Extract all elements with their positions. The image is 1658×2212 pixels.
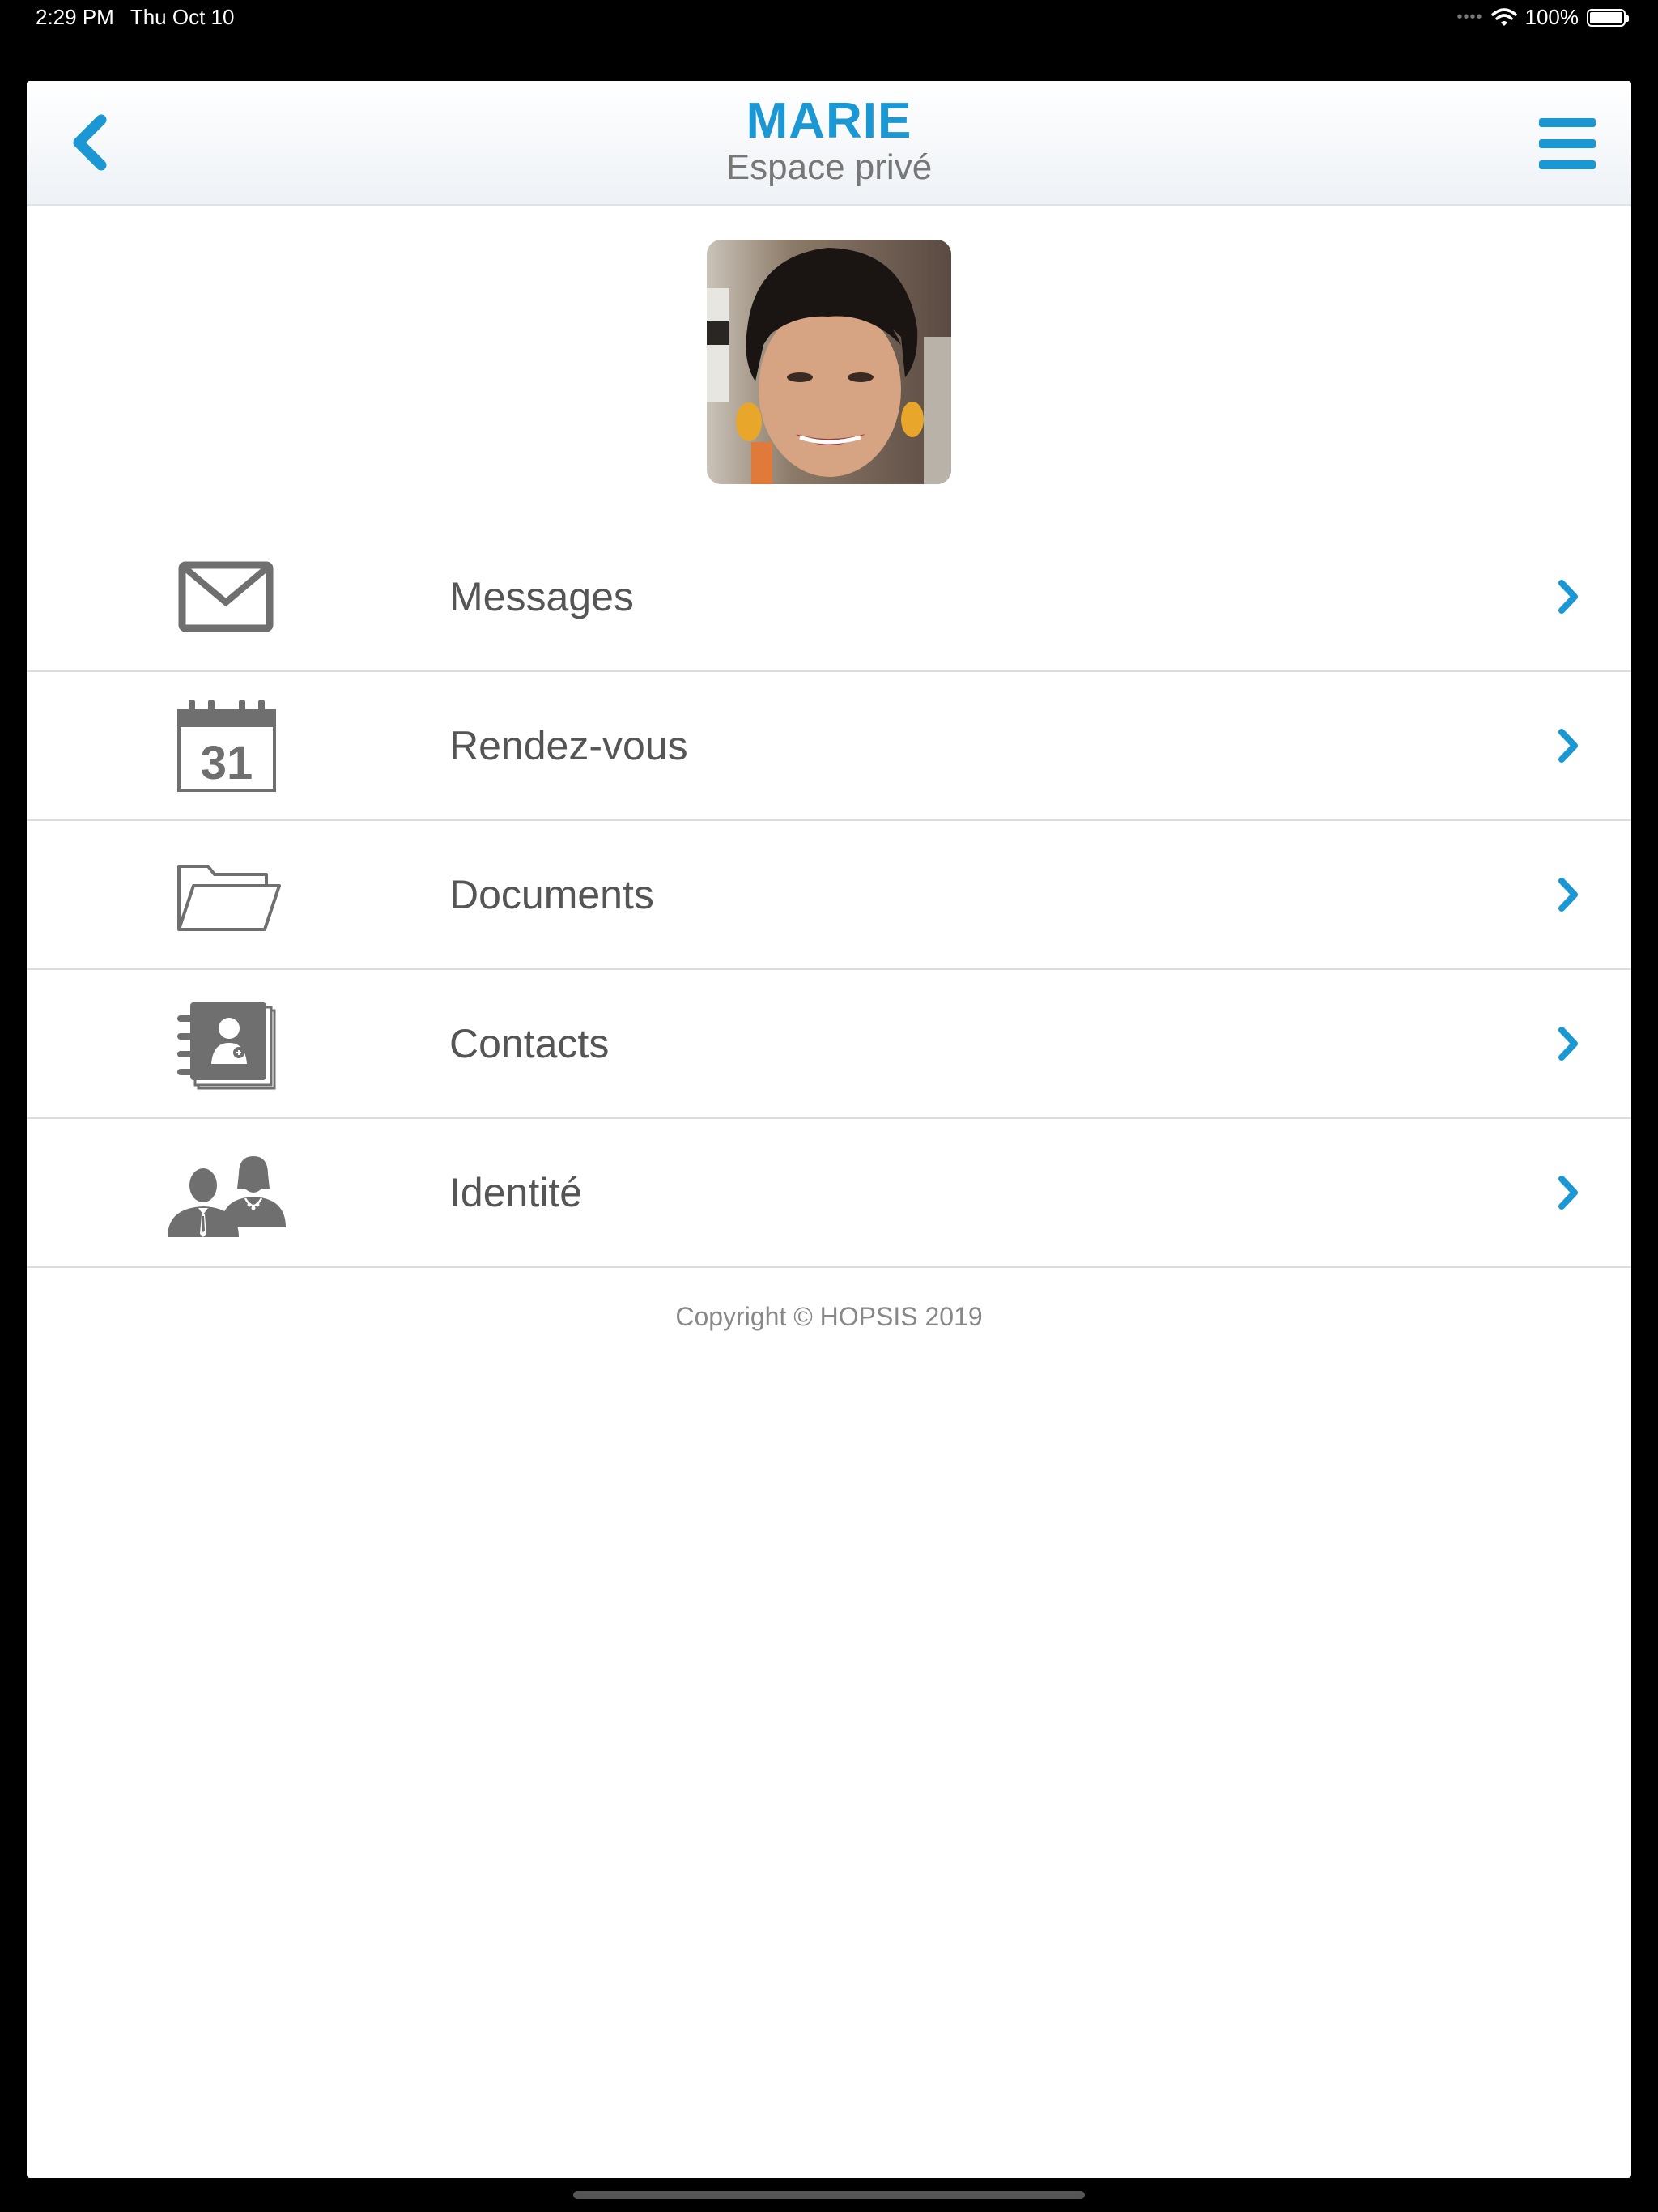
folder-icon: [161, 849, 291, 941]
menu-item-label: Documents: [449, 872, 654, 917]
address-book-icon: [161, 998, 291, 1090]
battery-icon: [1587, 8, 1629, 27]
menu-list: Messages 31 Rendez-vous Documents Contac…: [27, 523, 1631, 1268]
menu-item-documents[interactable]: Documents: [27, 821, 1631, 970]
navigation-bar: MARIE Espace privé: [27, 81, 1631, 206]
wifi-icon: [1490, 7, 1517, 26]
chevron-right-icon: [1552, 576, 1584, 617]
menu-item-contacts[interactable]: Contacts: [27, 970, 1631, 1119]
menu-item-identite[interactable]: Identité: [27, 1119, 1631, 1268]
page-subtitle: Espace privé: [725, 147, 933, 187]
chevron-right-icon: [1552, 1023, 1584, 1064]
app-window: MARIE Espace privé Messages 31 Rendez-vo…: [27, 81, 1631, 2178]
calendar-day-text: 31: [201, 737, 253, 789]
menu-item-messages[interactable]: Messages: [27, 523, 1631, 672]
page-title: MARIE: [746, 93, 912, 149]
menu-item-label: Messages: [449, 574, 634, 619]
menu-item-label: Contacts: [449, 1021, 610, 1066]
home-indicator[interactable]: [573, 2191, 1085, 2199]
menu-item-label: Rendez-vous: [449, 723, 688, 768]
users-icon: [161, 1146, 291, 1239]
chevron-right-icon: [1552, 725, 1584, 766]
chevron-right-icon: [1552, 874, 1584, 915]
chevron-right-icon: [1552, 1172, 1584, 1213]
copyright-footer: Copyright © HOPSIS 2019: [675, 1302, 983, 1331]
envelope-icon: [161, 551, 291, 643]
status-time: 2:29 PM: [36, 5, 114, 29]
hamburger-menu-icon: [1539, 118, 1596, 169]
status-date: Thu Oct 10: [130, 5, 235, 29]
status-bar: 2:29 PM Thu Oct 10 •••• 100%: [0, 0, 1658, 81]
profile-photo: [707, 240, 951, 484]
menu-item-rendez-vous[interactable]: 31 Rendez-vous: [27, 672, 1631, 821]
menu-button[interactable]: [1534, 115, 1599, 173]
calendar-icon: 31: [161, 700, 291, 792]
menu-item-label: Identité: [449, 1170, 583, 1215]
status-time-date: 2:29 PM Thu Oct 10: [36, 5, 250, 30]
avatar: [707, 240, 951, 484]
battery-percent: 100%: [1524, 5, 1579, 29]
cellular-signal-icon: ••••: [1456, 8, 1483, 26]
status-indicators: •••• 100%: [1456, 5, 1629, 30]
